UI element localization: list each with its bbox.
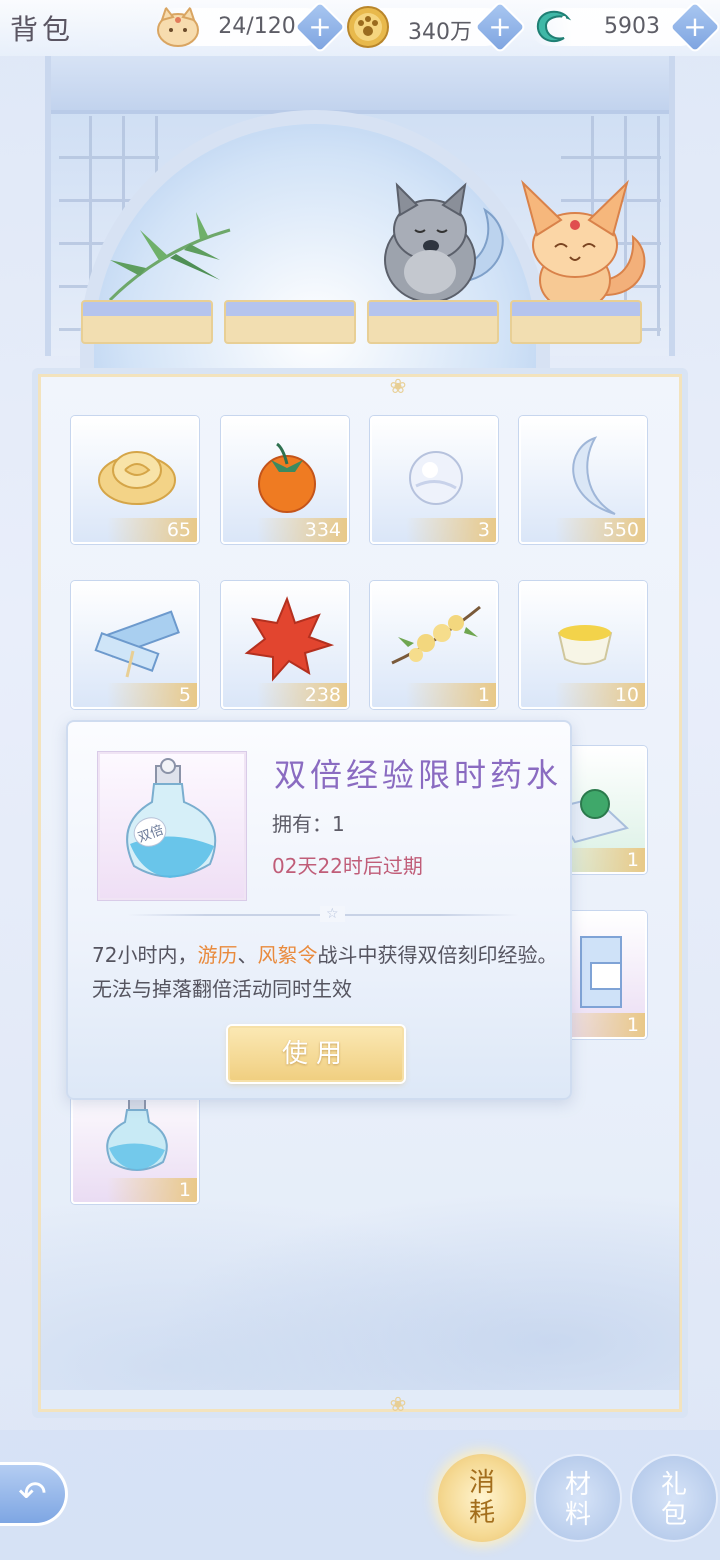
cloud-ornament-icon: ❀ xyxy=(389,374,407,398)
stamina-resource: 24/120 + xyxy=(155,0,347,54)
scroll-icon xyxy=(94,610,180,678)
desc-text: 、 xyxy=(237,943,258,967)
expiry-timer: 02天22时后过期 xyxy=(272,854,423,878)
crystal-moon-icon xyxy=(572,436,616,515)
golden-flower-icon xyxy=(98,451,176,505)
gold-coin-icon xyxy=(347,6,389,48)
orange-fox-pet[interactable] xyxy=(515,175,655,315)
item-count: 1 xyxy=(107,1178,197,1202)
double-exp-potion-icon xyxy=(106,1095,168,1171)
persimmon-icon xyxy=(258,442,316,513)
tab-label-bottom: 耗 xyxy=(468,1498,495,1528)
item-count: 5 xyxy=(107,683,197,707)
tab-label-bottom: 包 xyxy=(660,1500,687,1530)
add-jade-button[interactable]: + xyxy=(668,0,720,54)
stamina-value: 24/120 xyxy=(218,14,296,39)
pet-pedestal-2[interactable] xyxy=(224,300,356,344)
item-slot[interactable]: 10 xyxy=(519,581,647,709)
roof-beam xyxy=(51,56,669,114)
item-name: 双倍经验限时药水 xyxy=(274,756,563,794)
top-bar: 背包 24/120 + 340万 + 5903 + xyxy=(0,0,720,56)
plus-icon: + xyxy=(683,10,707,43)
coin-value: 340万 xyxy=(408,20,472,45)
item-slot[interactable]: 5 xyxy=(71,581,199,709)
desc-highlight: 风絮令 xyxy=(257,943,318,967)
item-count: 10 xyxy=(555,683,645,707)
plus-icon: + xyxy=(488,10,512,43)
jade-dragon-icon xyxy=(536,10,572,43)
item-slot[interactable]: 1 xyxy=(370,581,498,709)
use-button[interactable]: 使用 xyxy=(228,1026,404,1082)
item-count: 1 xyxy=(406,683,496,707)
tea-cup-icon xyxy=(557,625,613,665)
maple-leaf-icon xyxy=(244,596,335,682)
add-stamina-button[interactable]: + xyxy=(293,0,347,54)
tab-materials[interactable]: 材 料 xyxy=(534,1454,622,1542)
item-count: 3 xyxy=(406,518,496,542)
item-slot[interactable]: 334 xyxy=(221,416,349,544)
item-detail-icon-frame: 双倍 xyxy=(98,752,246,900)
cloud-ornament-icon: ❀ xyxy=(389,1392,407,1416)
item-detail-popup: 双倍 双倍经验限时药水 拥有：1 02天22时后过期 ☆ 72小时内，游历、风絮… xyxy=(66,720,572,1100)
tab-label-bottom: 料 xyxy=(564,1500,591,1530)
tab-gift-packs[interactable]: 礼 包 xyxy=(630,1454,718,1542)
cat-face-icon xyxy=(157,5,199,47)
item-count: 238 xyxy=(257,683,347,707)
osmanthus-branch-icon xyxy=(391,605,481,665)
item-slot[interactable]: 3 xyxy=(370,416,498,544)
bamboo-decoration xyxy=(108,212,231,302)
gray-wolf-pet[interactable] xyxy=(375,180,515,310)
coin-resource: 340万 + xyxy=(345,0,527,54)
plus-icon: + xyxy=(308,10,332,43)
item-slot[interactable]: 65 xyxy=(71,416,199,544)
pet-pedestal-1[interactable] xyxy=(81,300,213,344)
item-description: 72小时内，游历、风絮令战斗中获得双倍刻印经验。无法与掉落翻倍活动同时生效 xyxy=(92,938,562,1006)
page-title: 背包 xyxy=(10,13,75,46)
jade-resource: 5903 + xyxy=(530,0,720,54)
back-arrow-icon: ↶ xyxy=(18,1474,47,1514)
pet-pedestal-4[interactable] xyxy=(510,300,642,344)
desc-highlight: 游历 xyxy=(197,943,238,967)
tab-label-top: 礼 xyxy=(660,1470,687,1500)
double-exp-potion-icon: 双倍 xyxy=(126,758,217,878)
tab-consumables[interactable]: 消 耗 xyxy=(438,1454,526,1542)
item-count: 334 xyxy=(257,518,347,542)
back-button[interactable]: ↶ xyxy=(0,1462,68,1526)
desc-text: 72小时内， xyxy=(92,943,198,967)
item-count: 550 xyxy=(555,518,645,542)
tab-label-top: 消 xyxy=(468,1468,495,1498)
owned-count: 拥有：1 xyxy=(272,812,345,836)
item-slot[interactable]: 238 xyxy=(221,581,349,709)
pet-pedestal-3[interactable] xyxy=(367,300,499,344)
item-count: 65 xyxy=(107,518,197,542)
item-slot[interactable]: 550 xyxy=(519,416,647,544)
jade-value: 5903 xyxy=(604,14,660,39)
star-ornament-icon: ☆ xyxy=(320,906,345,922)
pearl-icon xyxy=(409,451,463,505)
tab-label-top: 材 xyxy=(564,1470,591,1500)
